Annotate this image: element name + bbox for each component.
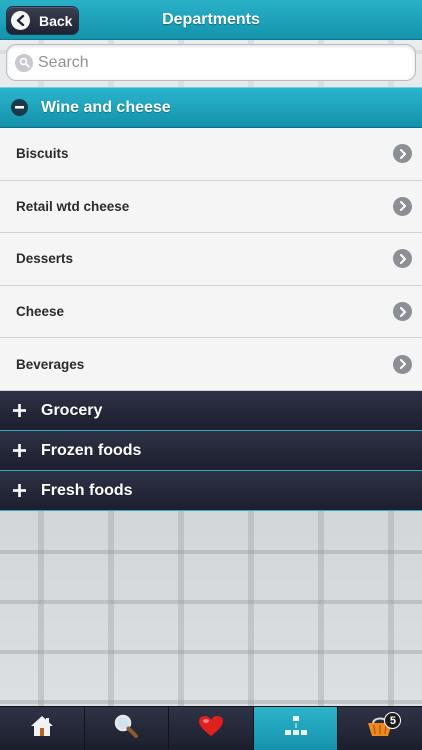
- chevron-right-icon: [393, 354, 412, 374]
- department-wine-and-cheese[interactable]: Wine and cheese: [0, 87, 422, 128]
- tab-search[interactable]: [85, 707, 170, 750]
- magnifier-icon: [113, 713, 139, 744]
- expand-icon: [11, 442, 28, 459]
- department-fresh-foods[interactable]: Fresh foods: [0, 471, 422, 511]
- department-frozen-foods[interactable]: Frozen foods: [0, 431, 422, 471]
- subcategory-label: Retail wtd cheese: [16, 198, 130, 214]
- subcategory-cheese[interactable]: Cheese: [0, 285, 422, 339]
- subcategory-desserts[interactable]: Desserts: [0, 233, 422, 286]
- subcategory-beverages[interactable]: Beverages: [0, 338, 422, 391]
- department-label: Frozen foods: [41, 441, 142, 459]
- tab-bar: 5: [0, 706, 422, 750]
- subcategory-label: Biscuits: [16, 146, 69, 162]
- tab-basket[interactable]: 5: [338, 707, 422, 750]
- subcategory-label: Beverages: [16, 356, 85, 372]
- subcategory-list: Biscuits Retail wtd cheese Desserts Chee…: [0, 128, 422, 391]
- department-label: Fresh foods: [41, 481, 133, 499]
- basket-count-badge: 5: [384, 712, 402, 729]
- search-input[interactable]: [38, 53, 398, 72]
- department-grocery[interactable]: Grocery: [0, 391, 422, 431]
- expand-icon: [11, 482, 28, 499]
- tab-departments[interactable]: [253, 707, 339, 750]
- back-button[interactable]: Back: [6, 6, 79, 35]
- subcategory-biscuits[interactable]: Biscuits: [0, 128, 422, 181]
- subcategory-label: Desserts: [16, 251, 74, 267]
- home-icon: [30, 715, 54, 742]
- expand-icon: [11, 402, 28, 419]
- department-label: Wine and cheese: [41, 98, 171, 116]
- chevron-right-icon: [393, 302, 412, 322]
- chevron-right-icon: [393, 196, 412, 216]
- subcategory-label: Cheese: [16, 304, 65, 320]
- departments-icon: [283, 715, 309, 742]
- heart-icon: [198, 715, 224, 742]
- chevron-right-icon: [393, 144, 412, 164]
- chevron-left-icon: [11, 11, 30, 30]
- chevron-right-icon: [393, 249, 412, 269]
- back-button-label: Back: [39, 12, 73, 29]
- search-icon: [15, 53, 33, 72]
- search-field[interactable]: [6, 44, 416, 81]
- department-label: Grocery: [41, 401, 103, 419]
- tab-favorites[interactable]: [169, 707, 254, 750]
- tab-home[interactable]: [0, 707, 85, 750]
- subcategory-retail-wtd-cheese[interactable]: Retail wtd cheese: [0, 180, 422, 234]
- search-bar: [0, 40, 422, 87]
- collapse-icon: [11, 99, 28, 116]
- top-bar: Departments Back: [0, 0, 422, 40]
